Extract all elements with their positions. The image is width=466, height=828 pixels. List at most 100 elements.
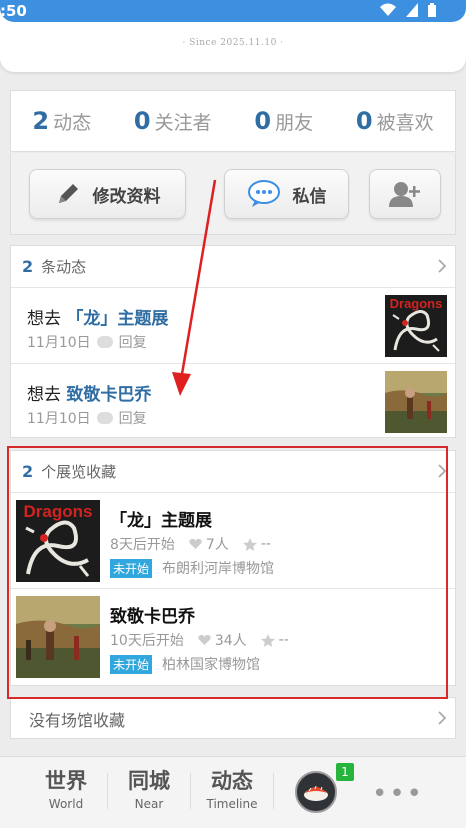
feed-meta: 11月10日 回复 [27,408,147,428]
reply-link[interactable]: 回复 [119,408,147,428]
stat-number: 0 [355,107,373,135]
feed-item[interactable]: 想去 「龙」主题展 11月10日 回复 Dragons [11,288,455,364]
signal-icon [406,3,419,17]
star-icon [242,537,257,551]
battery-icon [428,3,436,17]
tab-label: 动态 [211,769,253,793]
stats-row: 2 动态 0 关注者 0 朋友 0 被喜欢 [10,90,456,152]
dragons-poster-thumb[interactable]: Dragons [385,295,447,357]
exhibition-count: 2 [22,462,34,481]
stat-number: 0 [133,107,151,135]
exhibition-title: 致敬卡巴乔 [110,607,195,627]
feed-date: 11月10日 [27,335,91,351]
since-date: · Since 2025.11.10 · [182,38,284,48]
stat-followers[interactable]: 0 关注者 [134,107,212,135]
comment-icon [96,336,113,348]
pencil-icon [58,184,78,203]
start-countdown: 10天后开始 [110,633,184,649]
tab-sublabel: World [48,797,84,811]
edit-profile-button[interactable]: 修改资料 [29,169,186,219]
notification-badge: 1 [336,763,354,781]
feed-meta: 11月10日 回复 [27,332,147,352]
exhibition-header-label: 个展览收藏 [41,463,117,481]
exhibition-item[interactable]: 致敬卡巴乔 10天后开始 34人 -- 未开始 柏林国家博物馆 [11,589,455,685]
stat-posts[interactable]: 2 动态 [32,107,91,135]
status-bar: :50 [0,0,466,22]
feed-exhibition-link[interactable]: 致敬卡巴乔 [66,385,151,405]
tab-divider [190,773,191,809]
tab-timeline[interactable]: 动态 Timeline [192,765,272,811]
painting-thumb [16,596,100,678]
feed-item[interactable]: 想去 致敬卡巴乔 11月10日 回复 [11,364,455,440]
tab-sublabel: Timeline [206,797,258,811]
venue-name: 布朗利河岸博物馆 [162,561,275,577]
stat-friends[interactable]: 0 朋友 [254,107,313,135]
feed-prefix: 想去 [27,385,67,405]
feed-date: 11月10日 [27,411,91,427]
status-badge: 未开始 [110,558,153,578]
feed-title: 想去 致敬卡巴乔 [27,380,151,405]
start-countdown: 8天后开始 [110,537,175,553]
chevron-right-icon [438,259,447,273]
status-time: :50 [0,2,27,20]
venue-favorites-label: 没有场馆收藏 [29,711,126,730]
feed-count: 2 [22,257,34,276]
rating: -- [260,536,271,552]
stat-label: 关注者 [154,112,212,134]
exhibition-favorites-card: 2 个展览收藏 Dragons 「龙」主题展 8天后开始 7人 -- 未开始 布 [10,450,456,686]
stat-label: 朋友 [275,112,314,134]
add-friend-button[interactable] [369,169,441,219]
likes-count: 34人 [214,633,247,649]
comment-icon [96,412,113,424]
exhibition-venue-row: 未开始 柏林国家博物馆 [110,654,260,674]
chat-bubble-icon [247,180,280,207]
message-button[interactable]: 私信 [224,169,349,219]
feed-prefix: 想去 [27,309,67,329]
likes-count: 7人 [205,537,229,553]
tab-divider [273,773,274,809]
more-menu-icon[interactable]: ••• [372,779,424,809]
status-badge: 未开始 [110,654,153,674]
stat-liked[interactable]: 0 被喜欢 [356,107,434,135]
exhibition-info: 10天后开始 34人 -- [110,630,289,650]
chevron-right-icon [438,464,447,478]
chevron-right-icon [438,711,447,725]
exhibition-item[interactable]: Dragons 「龙」主题展 8天后开始 7人 -- 未开始 布朗利河岸博物馆 [11,493,455,589]
tab-divider [107,773,108,809]
profile-card: :50 · Since 2025.11.10 · [0,0,466,72]
exhibition-info: 8天后开始 7人 -- [110,534,271,554]
stat-number: 0 [254,107,272,135]
reply-link[interactable]: 回复 [119,332,147,352]
rating: -- [278,632,289,648]
edit-profile-label: 修改资料 [92,186,161,207]
star-icon [260,633,275,647]
tab-near[interactable]: 同城 Near [109,765,189,811]
tab-label: 同城 [128,769,170,793]
exhibition-title: 「龙」主题展 [110,511,212,531]
feed-header[interactable]: 2 条动态 [11,246,455,288]
tab-world[interactable]: 世界 World [26,765,106,811]
painting-thumb[interactable] [385,371,447,433]
tab-label: 世界 [45,769,87,793]
add-user-icon [389,182,420,207]
action-bar: 修改资料 私信 [10,153,456,235]
svg-text:Dragons: Dragons [24,502,93,521]
stat-label: 被喜欢 [376,112,434,134]
feed-title: 想去 「龙」主题展 [27,304,168,329]
bottom-tab-bar: 世界 World 同城 Near 动态 Timeline 1 ••• [0,756,466,828]
stat-label: 动态 [53,112,92,134]
feed-exhibition-link[interactable]: 「龙」主题展 [66,309,168,329]
venue-favorites-row[interactable]: 没有场馆收藏 [11,698,455,740]
sushi-icon [304,785,328,801]
heart-icon [189,538,202,549]
heart-icon [198,634,211,645]
tab-sublabel: Near [134,797,164,811]
status-icons [380,3,436,20]
exhibition-header[interactable]: 2 个展览收藏 [11,451,455,493]
stat-number: 2 [32,107,50,135]
feed-header-label: 条动态 [41,258,87,276]
profile-avatar-tab[interactable] [295,771,337,813]
feed-card: 2 条动态 想去 「龙」主题展 11月10日 回复 Dragons 想去 致敬卡… [10,245,456,438]
message-label: 私信 [292,186,327,207]
venue-favorites-card[interactable]: 没有场馆收藏 [10,697,456,739]
